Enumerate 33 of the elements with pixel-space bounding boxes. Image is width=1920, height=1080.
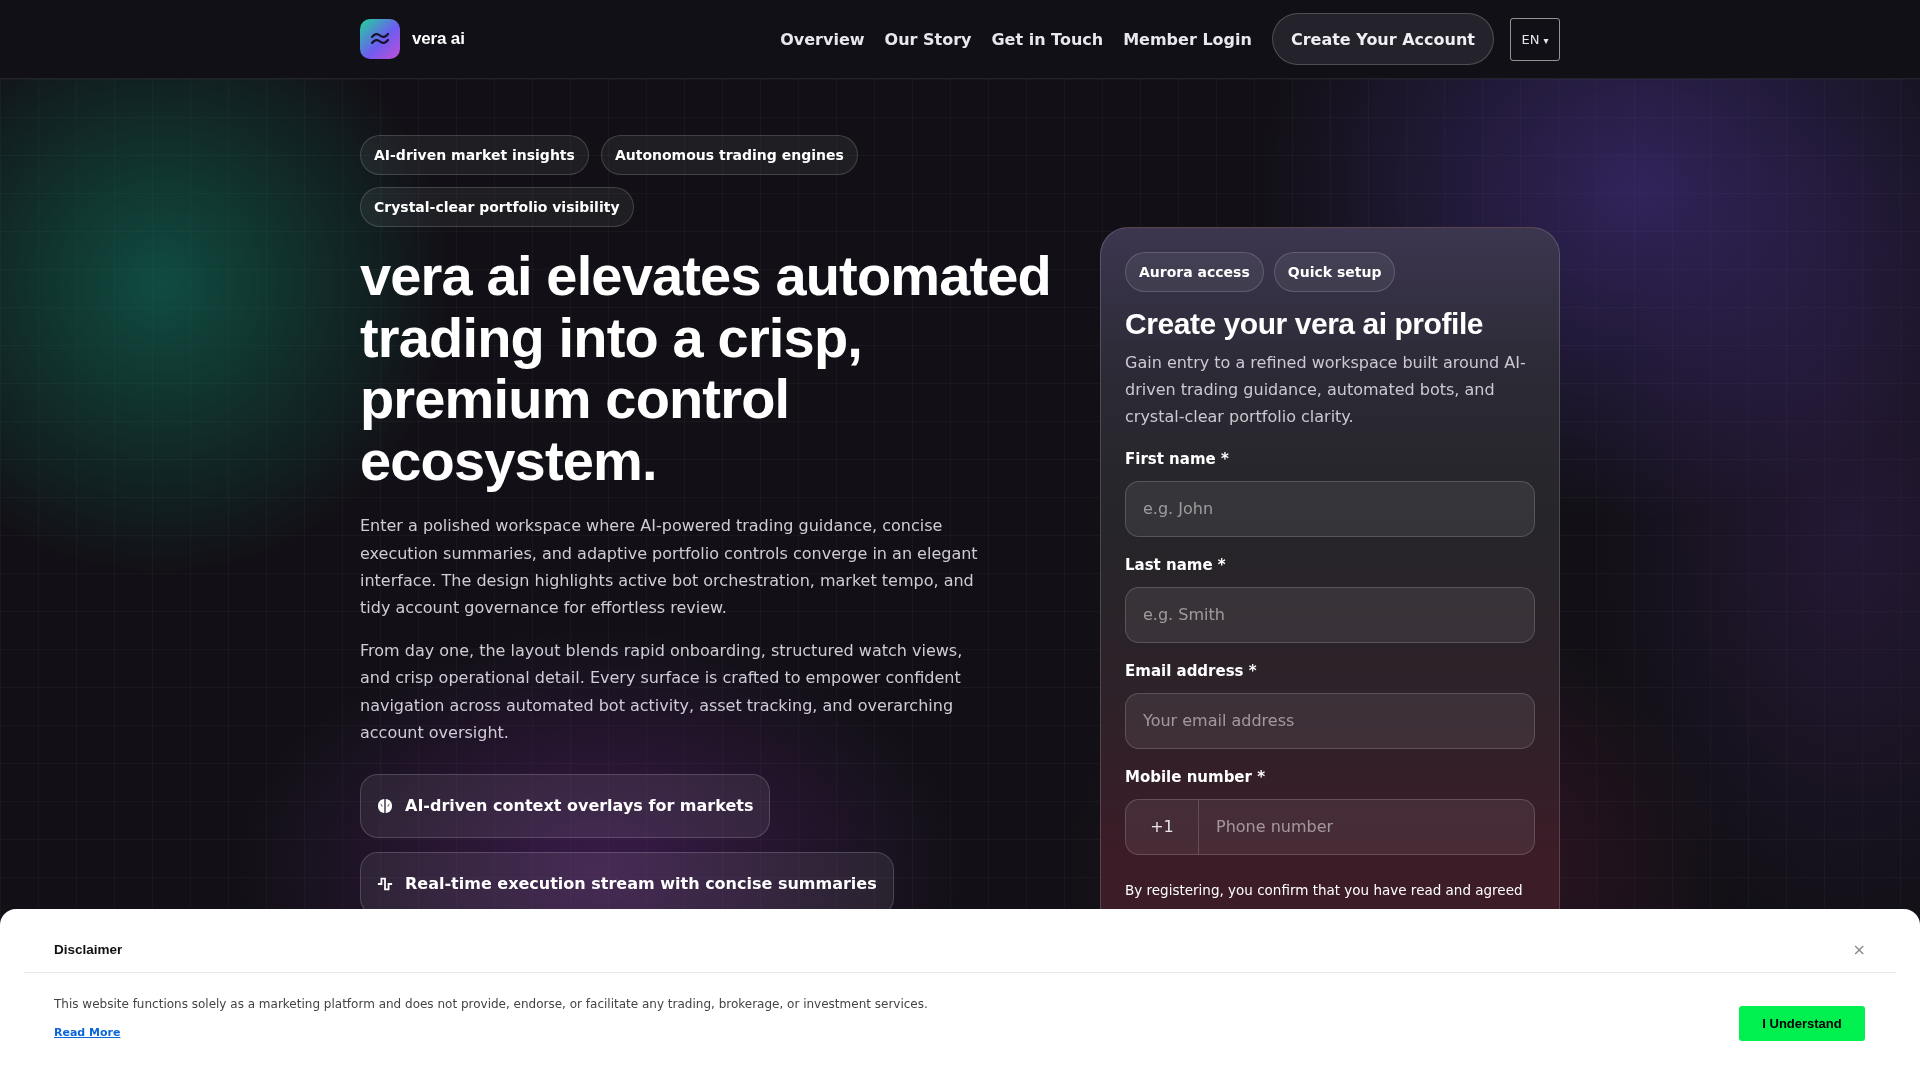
understand-button[interactable]: I Understand [1739,1006,1865,1041]
signup-description: Gain entry to a refined workspace built around AI-driven trading guidance, automated bots, and crystal-clear portfolio clarity. [1125,352,1527,429]
disclaimer-text: This website functions solely as a marketing platform and does not provide, endorse, or facilitate any trading, brokerage, or investment services. [54,995,928,1013]
nav-link[interactable]: Get in Touch [991,29,1104,49]
read-more-link[interactable]: Read More [54,1025,121,1039]
hero-heading: vera ai elevates automated trading into a crisp, premium control ecosystem. [360,245,1052,492]
signup-title: Create your vera ai profile [1125,306,1484,342]
field-label: First name * [1125,448,1230,470]
pulse-icon [377,875,393,892]
country-code-selector[interactable]: +1 [1125,798,1199,855]
card-tag: Quick setup [1273,252,1396,292]
hero-paragraph: Enter a polished workspace where AI-powered trading guidance, concise execution summaries, and adaptive portfolio controls converge in an elegant interface. The design highlights active bot orchestration, market tempo, and tidy account governance for effortless review. [360,515,979,619]
language-selector[interactable]: EN ▾ [1510,17,1560,61]
feature-tag: Crystal-clear portfolio visibility [360,187,634,227]
feature-tag: Autonomous trading engines [600,135,858,175]
create-account-button[interactable]: Create Your Account [1271,13,1494,65]
card-tag: Aurora access [1125,252,1264,292]
disclaimer-title: Disclaimer [54,941,123,959]
logo-icon [360,19,400,59]
field-label: Last name * [1125,554,1227,576]
nav-link[interactable]: Our Story [884,29,972,49]
field-label: Mobile number * [1125,766,1266,788]
hero-paragraph: From day one, the layout blends rapid onboarding, structured watch views, and crisp operational detail. Every surface is crafted to empower confident navigation across automated bot activity, asset tracking, and overarching account oversight. [360,640,964,744]
consent-text: By registering, you confirm that you have read and agreed [1125,880,1524,900]
field-label: Email address * [1125,660,1258,682]
brain-icon [377,797,393,814]
feature-label: Real-time execution stream with concise summaries [405,874,877,894]
nav-link[interactable]: Member Login [1123,29,1252,49]
nav-link[interactable]: Overview [780,29,865,49]
brand-name: vera ai [412,29,465,49]
feature-label: AI-driven context overlays for markets [405,796,754,816]
feature-tag: AI-driven market insights [360,135,589,175]
close-button[interactable]: × [1852,941,1866,959]
